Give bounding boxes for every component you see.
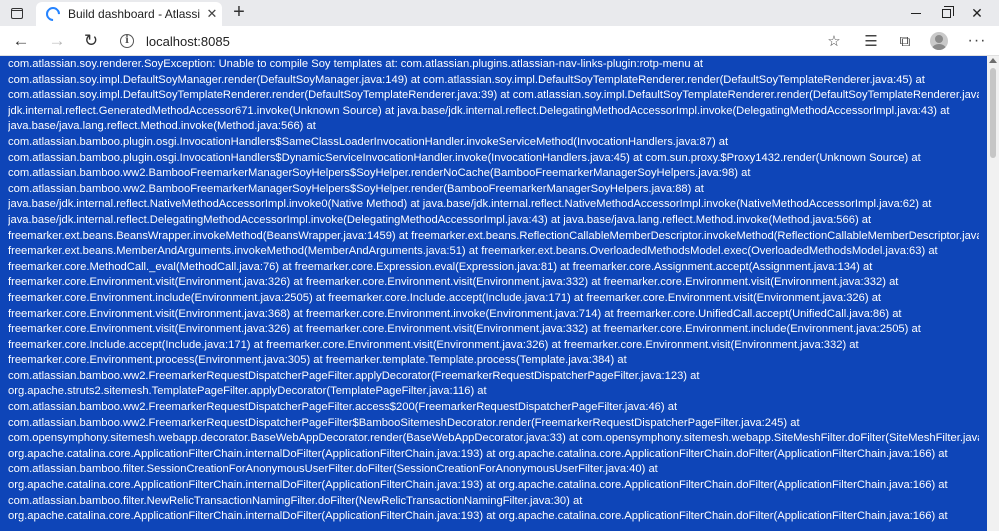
trace-line: freemarker.core.Environment.visit(Enviro… [8, 276, 899, 289]
trace-line: freemarker.ext.beans.BeansWrapper.invoke… [8, 229, 979, 242]
trace-line: org.apache.catalina.core.ApplicationFilt… [8, 447, 948, 460]
favorites-icon[interactable]: ☰ [861, 31, 881, 51]
window-close-icon[interactable]: ✕ [955, 0, 999, 26]
tab-title: Build dashboard - Atlassian Bam [68, 7, 200, 21]
profile-icon[interactable] [930, 32, 948, 50]
url-text[interactable]: localhost:8085 [146, 34, 230, 49]
window-menu-icon[interactable] [6, 4, 28, 22]
address-bar[interactable]: i localhost:8085 [112, 28, 854, 54]
reload-icon[interactable]: ↻ [78, 29, 104, 53]
trace-line: java.base/java.lang.reflect.Method.invok… [8, 120, 316, 133]
trace-line: com.atlassian.soy.impl.DefaultSoyTemplat… [8, 89, 979, 102]
plus-icon[interactable]: + [229, 2, 249, 23]
trace-line: com.atlassian.soy.impl.DefaultSoyManager… [8, 73, 925, 86]
forward-icon[interactable]: → [44, 29, 70, 53]
scroll-thumb[interactable] [990, 68, 996, 158]
trace-line: com.opensymphony.sitemesh.webapp.decorat… [8, 432, 979, 445]
error-stack-trace: com.atlassian.soy.renderer.SoyException:… [0, 56, 987, 531]
collections-icon[interactable]: ⧉ [895, 31, 915, 51]
trace-line: freemarker.core.Include.accept(Include.j… [8, 338, 859, 351]
trace-line: org.apache.struts2.sitemesh.TemplatePage… [8, 385, 487, 398]
tab-strip: Build dashboard - Atlassian Bam ✕ + ✕ [0, 0, 999, 26]
trace-line: freemarker.core.Environment.visit(Enviro… [8, 307, 902, 320]
trace-line: com.atlassian.soy.renderer.SoyException:… [8, 58, 704, 70]
trace-line: com.atlassian.bamboo.ww2.FreemarkerReque… [8, 401, 678, 414]
browser-toolbar: ← → ↻ i localhost:8085 ☆ ☰ ⧉ ··· [0, 26, 999, 56]
trace-line: com.atlassian.bamboo.plugin.osgi.Invocat… [8, 151, 921, 164]
info-icon[interactable]: i [120, 34, 134, 48]
trace-line: java.base/jdk.internal.reflect.Delegatin… [8, 213, 872, 226]
trace-line: com.atlassian.bamboo.plugin.osgi.Invocat… [8, 135, 729, 148]
trace-line: freemarker.core.MethodCall._eval(MethodC… [8, 260, 873, 273]
trace-line: freemarker.core.Environment.visit(Enviro… [8, 323, 921, 336]
trace-line: jdk.internal.reflect.GeneratedMethodAcce… [8, 104, 950, 117]
trace-line: org.apache.catalina.core.ApplicationFilt… [8, 510, 948, 523]
scroll-up-icon[interactable] [989, 58, 997, 63]
trace-line: java.base/jdk.internal.reflect.NativeMet… [8, 198, 932, 211]
trace-line: com.atlassian.bamboo.filter.NewRelicTran… [8, 494, 583, 507]
close-icon[interactable]: ✕ [204, 6, 220, 22]
trace-line: com.atlassian.bamboo.filter.SessionCreat… [8, 463, 658, 476]
add-favorite-icon[interactable]: ☆ [824, 31, 844, 51]
trace-line: com.atlassian.bamboo.ww2.BambooFreemarke… [8, 167, 751, 180]
vertical-scrollbar[interactable] [987, 56, 999, 531]
trace-line: org.apache.catalina.core.ApplicationFilt… [8, 479, 948, 492]
more-icon[interactable]: ··· [967, 31, 987, 51]
trace-line: com.atlassian.bamboo.ww2.FreemarkerReque… [8, 369, 700, 382]
trace-line: freemarker.core.Environment.include(Envi… [8, 291, 882, 304]
back-icon[interactable]: ← [8, 29, 34, 53]
trace-line: freemarker.ext.beans.MemberAndArguments.… [8, 245, 938, 258]
favicon-icon [43, 4, 63, 24]
trace-line: com.atlassian.bamboo.ww2.BambooFreemarke… [8, 182, 704, 195]
tab-active[interactable]: Build dashboard - Atlassian Bam ✕ [36, 2, 222, 26]
trace-line: freemarker.core.Environment.process(Envi… [8, 354, 627, 367]
trace-line: com.atlassian.bamboo.ww2.FreemarkerReque… [8, 416, 800, 429]
